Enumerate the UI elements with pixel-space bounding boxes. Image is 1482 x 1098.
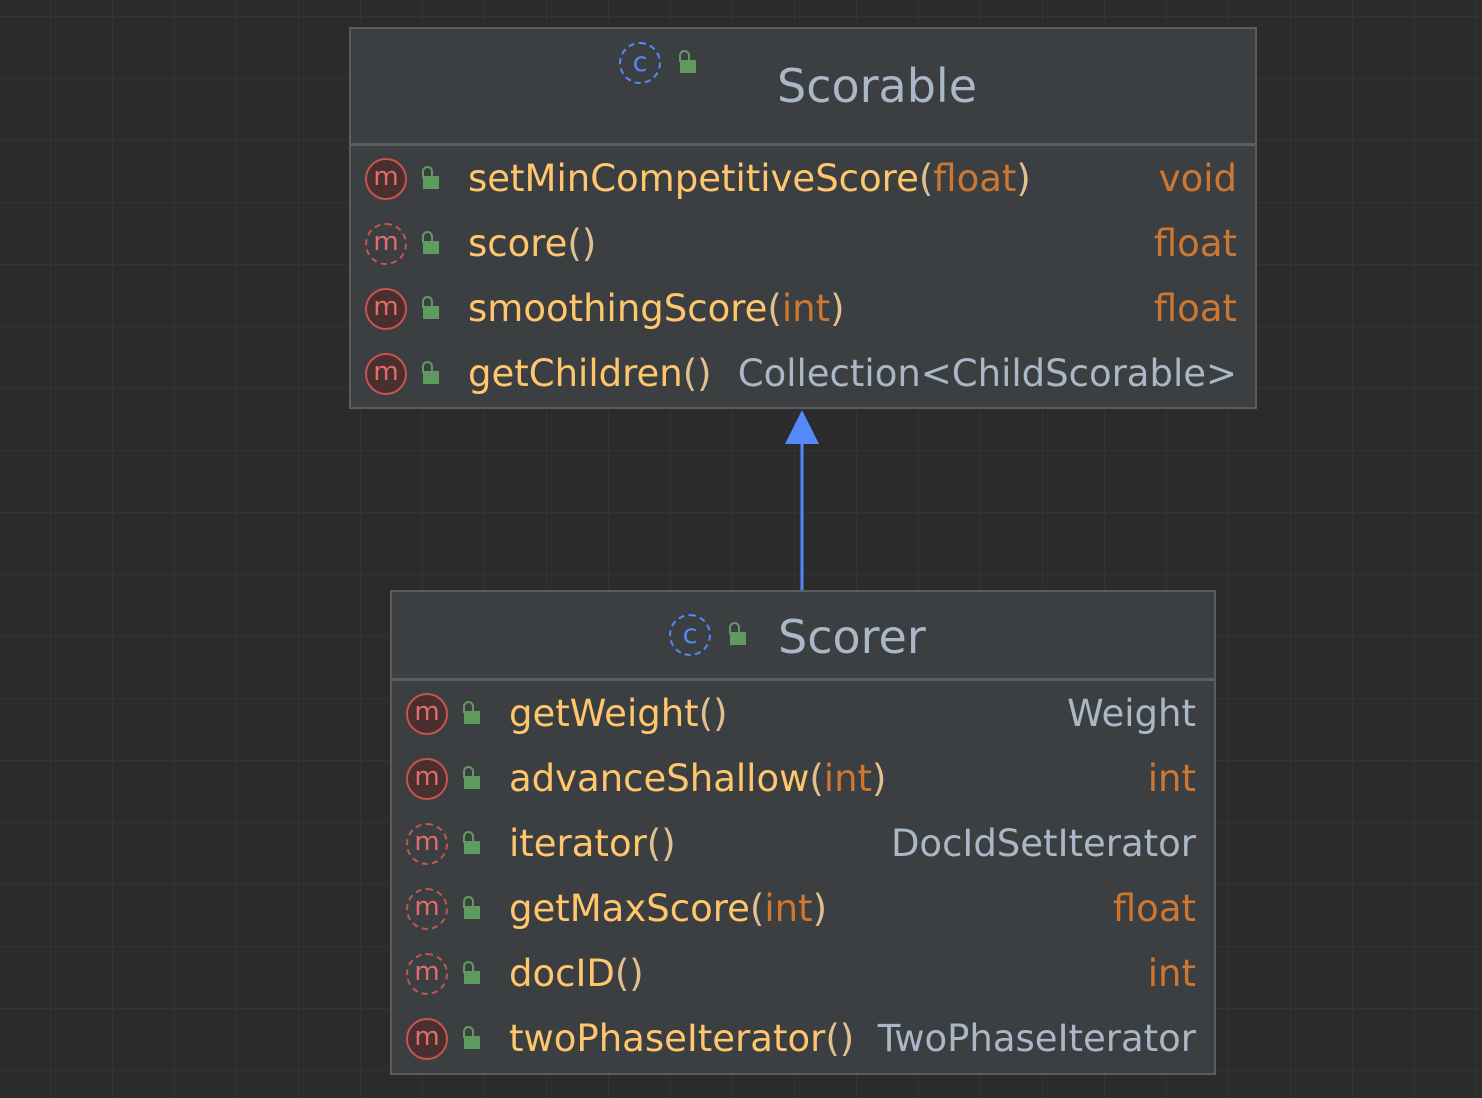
method-signature: iterator() xyxy=(509,811,676,876)
method-row-docID[interactable]: m docID() int xyxy=(392,941,1214,1006)
public-lock-icon xyxy=(418,166,440,190)
class-icon: c xyxy=(669,614,711,656)
method-icon: m xyxy=(365,288,407,330)
method-name: docID xyxy=(509,952,615,995)
method-row-iterator[interactable]: m iterator() DocIdSetIterator xyxy=(392,811,1214,876)
method-signature: twoPhaseIterator() xyxy=(509,1006,854,1071)
method-row-score[interactable]: m score() float xyxy=(351,211,1255,276)
abstract-method-icon: m xyxy=(365,223,407,265)
method-row-getChildren[interactable]: m getChildren() Collection<ChildScorable> xyxy=(351,341,1255,406)
method-return-type: void xyxy=(1158,157,1237,200)
class-title: Scorable xyxy=(777,59,978,113)
method-paren-open: ( xyxy=(918,157,934,200)
method-paren-open: () xyxy=(567,222,597,265)
method-signature: setMinCompetitiveScore(float) xyxy=(468,146,1031,211)
public-lock-icon xyxy=(459,701,481,725)
abstract-method-icon: m xyxy=(406,888,448,930)
public-lock-icon xyxy=(418,296,440,320)
public-lock-icon xyxy=(459,961,481,985)
method-name: twoPhaseIterator xyxy=(509,1017,826,1060)
method-row-smoothingScore[interactable]: m smoothingScore(int) float xyxy=(351,276,1255,341)
method-return-type: int xyxy=(1147,757,1196,800)
public-lock-icon xyxy=(725,622,747,646)
method-return-type: DocIdSetIterator xyxy=(890,822,1196,865)
method-return-type: Weight xyxy=(1067,692,1196,735)
method-paren-open: ( xyxy=(809,757,824,800)
public-lock-icon xyxy=(675,50,697,74)
method-paren-close: ) xyxy=(830,287,845,330)
class-node-scorable[interactable]: c Scorable m setMinCompetitiveScore(float… xyxy=(349,27,1257,409)
method-return-type: TwoPhaseIterator xyxy=(877,1017,1196,1060)
method-name: advanceShallow xyxy=(509,757,810,800)
method-name: getChildren xyxy=(468,352,683,395)
method-param: int xyxy=(823,757,873,800)
public-lock-icon xyxy=(418,361,440,385)
method-paren-open: () xyxy=(614,952,644,995)
method-signature: getWeight() xyxy=(509,681,728,746)
abstract-method-icon: m xyxy=(406,823,448,865)
method-paren-open: () xyxy=(682,352,712,395)
method-row-getWeight[interactable]: m getWeight() Weight xyxy=(392,681,1214,746)
method-paren-open: () xyxy=(646,822,676,865)
method-signature: docID() xyxy=(509,941,644,1006)
method-paren-open: ( xyxy=(767,287,782,330)
method-paren-open: ( xyxy=(749,887,765,930)
abstract-method-icon: m xyxy=(406,953,448,995)
method-row-setMinCompetitiveScore[interactable]: m setMinCompetitiveScore(float) void xyxy=(351,146,1255,211)
method-name: smoothingScore xyxy=(468,287,768,330)
method-row-advanceShallow[interactable]: m advanceShallow(int) int xyxy=(392,746,1214,811)
method-name: getMaxScore xyxy=(509,887,750,930)
class-icon: c xyxy=(619,42,661,84)
public-lock-icon xyxy=(459,896,481,920)
method-param: int xyxy=(764,887,813,930)
method-name: setMinCompetitiveScore xyxy=(468,157,919,200)
method-param: int xyxy=(781,287,831,330)
method-return-type: float xyxy=(1153,287,1237,330)
class-header: c Scorer xyxy=(392,592,1214,681)
method-icon: m xyxy=(365,353,407,395)
method-paren-close: ) xyxy=(872,757,887,800)
class-node-scorer[interactable]: c Scorer m getWeight() Weight m advanceShall… xyxy=(390,590,1216,1075)
method-return-type: float xyxy=(1153,222,1237,265)
method-signature: getChildren() xyxy=(468,341,712,406)
method-param: float xyxy=(933,157,1017,200)
method-signature: advanceShallow(int) xyxy=(509,746,886,811)
method-icon: m xyxy=(406,1018,448,1060)
method-return-type: Collection<ChildScorable> xyxy=(737,352,1237,395)
method-return-type: float xyxy=(1112,887,1196,930)
method-signature: smoothingScore(int) xyxy=(468,276,845,341)
class-header: c Scorable xyxy=(351,29,1255,146)
method-row-getMaxScore[interactable]: m getMaxScore(int) float xyxy=(392,876,1214,941)
method-name: iterator xyxy=(509,822,647,865)
method-icon: m xyxy=(406,758,448,800)
method-signature: score() xyxy=(468,211,596,276)
class-title: Scorer xyxy=(778,610,926,664)
method-name: getWeight xyxy=(509,692,699,735)
method-return-type: int xyxy=(1147,952,1196,995)
method-paren-open: () xyxy=(698,692,728,735)
method-icon: m xyxy=(406,693,448,735)
method-signature: getMaxScore(int) xyxy=(509,876,827,941)
method-paren-close: ) xyxy=(1016,157,1031,200)
method-paren-open: () xyxy=(825,1017,855,1060)
method-paren-close: ) xyxy=(812,887,828,930)
method-row-twoPhaseIterator[interactable]: m twoPhaseIterator() TwoPhaseIterator xyxy=(392,1006,1214,1071)
public-lock-icon xyxy=(459,1026,481,1050)
public-lock-icon xyxy=(459,831,481,855)
public-lock-icon xyxy=(418,231,440,255)
method-icon: m xyxy=(365,158,407,200)
public-lock-icon xyxy=(459,766,481,790)
method-name: score xyxy=(468,222,568,265)
